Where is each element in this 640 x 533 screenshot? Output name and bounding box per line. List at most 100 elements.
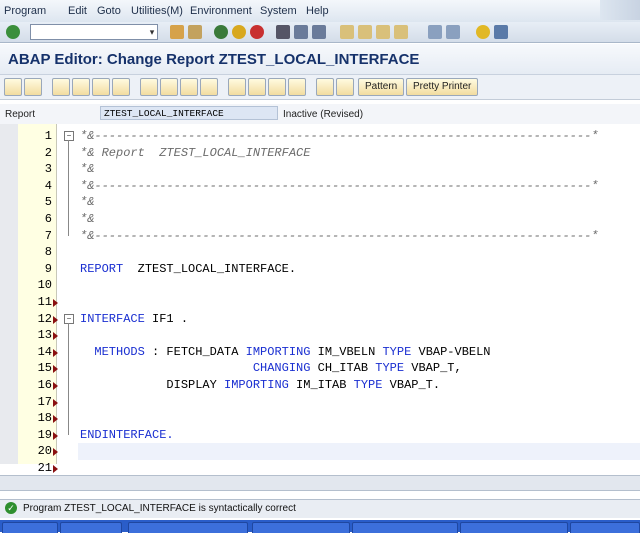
where-used-icon[interactable] xyxy=(160,78,178,96)
enhance-icon[interactable] xyxy=(268,78,286,96)
display-change-icon[interactable] xyxy=(52,78,70,96)
menu-system[interactable]: System xyxy=(260,5,297,17)
command-field[interactable]: ▾ xyxy=(30,24,158,40)
line-number: 6 xyxy=(44,212,52,226)
code-line[interactable]: 10 xyxy=(0,277,640,294)
menu-utilitiesm[interactable]: Utilities(M) xyxy=(131,5,183,17)
object-list-icon[interactable] xyxy=(180,78,198,96)
line-number: 17 xyxy=(37,394,52,409)
navigation-window-icon[interactable] xyxy=(200,78,218,96)
start-button[interactable] xyxy=(2,522,58,533)
code-line[interactable]: 3 *& xyxy=(0,161,640,178)
code-line[interactable]: 11 xyxy=(0,294,640,311)
code-line[interactable]: 20 xyxy=(0,443,640,461)
cancel-icon[interactable] xyxy=(250,25,264,39)
line-number: 21 xyxy=(37,461,52,475)
split-screen-icon[interactable] xyxy=(248,78,266,96)
change-marker-icon xyxy=(53,332,58,341)
taskbar-item[interactable] xyxy=(252,522,350,533)
check-icon[interactable] xyxy=(92,78,110,96)
code-line[interactable]: 7 *&-------------------------------------… xyxy=(0,228,640,245)
print-icon[interactable] xyxy=(276,25,290,39)
code-line[interactable]: 8 xyxy=(0,244,640,261)
chevron-down-icon[interactable]: ▾ xyxy=(147,25,157,39)
find-icon[interactable] xyxy=(294,25,308,39)
code-text: *& Report ZTEST_LOCAL_INTERFACE xyxy=(80,145,311,160)
success-icon: ✓ xyxy=(5,502,17,514)
change-marker-icon xyxy=(53,315,58,324)
hierarchy-icon[interactable] xyxy=(228,78,246,96)
layout-menu-icon[interactable] xyxy=(494,25,508,39)
code-line[interactable]: 12 − INTERFACE IF1 . xyxy=(0,311,640,328)
code-text: ENDINTERFACE. xyxy=(80,427,174,442)
first-page-icon[interactable] xyxy=(340,25,354,39)
code-text: METHODS : FETCH_DATA IMPORTING IM_VBELN … xyxy=(94,344,491,359)
activate-icon[interactable] xyxy=(112,78,130,96)
line-number: 7 xyxy=(44,228,52,243)
code-line[interactable]: 15 CHANGING CH_ITAB TYPE VBAP_T, xyxy=(0,360,640,377)
test-icon[interactable] xyxy=(140,78,158,96)
back-arrow-icon[interactable] xyxy=(4,78,22,96)
code-editor[interactable]: 1− *&------------------------------------… xyxy=(0,124,640,475)
code-line[interactable]: 5 *& xyxy=(0,194,640,211)
last-page-icon[interactable] xyxy=(394,25,408,39)
next-page-icon[interactable] xyxy=(376,25,390,39)
shortcut-icon[interactable] xyxy=(446,25,460,39)
previous-page-icon[interactable] xyxy=(358,25,372,39)
save-icon[interactable] xyxy=(188,25,202,39)
collapse-icon[interactable]: − xyxy=(64,131,74,141)
breakpoint-icon[interactable] xyxy=(316,78,334,96)
code-line[interactable]: 14 METHODS : FETCH_DATA IMPORTING IM_VBE… xyxy=(0,344,640,361)
line-number: 8 xyxy=(44,245,52,260)
pretty-printer-button[interactable]: Pretty Printer xyxy=(406,78,479,96)
help-icon[interactable] xyxy=(476,25,490,39)
horizontal-scrollbar[interactable] xyxy=(0,475,640,491)
report-name-field: ZTEST_LOCAL_INTERFACE xyxy=(100,106,278,120)
menu-environment[interactable]: Environment xyxy=(190,5,252,17)
menu-help[interactable]: Help xyxy=(306,5,329,17)
enter-icon[interactable] xyxy=(6,25,20,39)
code-line[interactable]: 2 *& Report ZTEST_LOCAL_INTERFACE xyxy=(0,145,640,162)
back-icon[interactable] xyxy=(214,25,228,39)
forward-arrow-icon[interactable] xyxy=(24,78,42,96)
code-line[interactable]: 9 REPORT ZTEST_LOCAL_INTERFACE. xyxy=(0,261,640,278)
code-text: REPORT ZTEST_LOCAL_INTERFACE. xyxy=(80,261,297,276)
menu-goto[interactable]: Goto xyxy=(97,5,121,17)
taskbar-item[interactable] xyxy=(570,522,640,533)
code-line[interactable]: 19 ENDINTERFACE. xyxy=(0,427,640,444)
menu-program[interactable]: Program xyxy=(4,5,46,17)
fold-guide xyxy=(68,322,69,435)
taskbar-item[interactable] xyxy=(128,522,248,533)
collapse-icon[interactable]: − xyxy=(64,313,74,324)
find-next-icon[interactable] xyxy=(312,25,326,39)
code-line[interactable]: 4 *&-------------------------------------… xyxy=(0,178,640,195)
new-session-icon[interactable] xyxy=(428,25,442,39)
change-marker-icon xyxy=(53,299,58,307)
code-line[interactable]: 6 *& xyxy=(0,211,640,228)
line-number: 4 xyxy=(44,178,52,193)
active-inactive-icon[interactable] xyxy=(72,78,90,96)
code-line[interactable]: 18 xyxy=(0,410,640,427)
line-number: 5 xyxy=(44,195,52,210)
external-breakpoint-icon[interactable] xyxy=(336,78,354,96)
report-header: Report ZTEST_LOCAL_INTERFACE Inactive (R… xyxy=(0,104,640,124)
taskbar-item[interactable] xyxy=(60,522,122,533)
code-line[interactable]: 17 xyxy=(0,394,640,411)
code-line[interactable]: 13 xyxy=(0,327,640,344)
report-label: Report xyxy=(5,109,36,120)
code-line[interactable]: 1 − *&------------------------------------… xyxy=(0,128,640,145)
code-text: *&--------------------------------------… xyxy=(80,129,599,143)
exit-icon[interactable] xyxy=(232,25,246,39)
taskbar-item[interactable] xyxy=(460,522,568,533)
line-number: 15 xyxy=(37,361,52,376)
taskbar-item[interactable] xyxy=(352,522,458,533)
menu-edit[interactable]: Edit xyxy=(68,5,87,17)
line-number: 16 xyxy=(37,378,52,392)
back-arrow-icon[interactable] xyxy=(170,25,184,39)
code-line[interactable]: 16 DISPLAY IMPORTING IM_ITAB TYPE VBAP_T… xyxy=(0,377,640,394)
line-number: 19 xyxy=(37,427,52,442)
page-title: ABAP Editor: Change Report ZTEST_LOCAL_I… xyxy=(8,51,420,68)
info-icon[interactable] xyxy=(288,78,306,96)
pattern-button[interactable]: Pattern xyxy=(358,78,405,96)
line-number: 9 xyxy=(44,261,52,276)
